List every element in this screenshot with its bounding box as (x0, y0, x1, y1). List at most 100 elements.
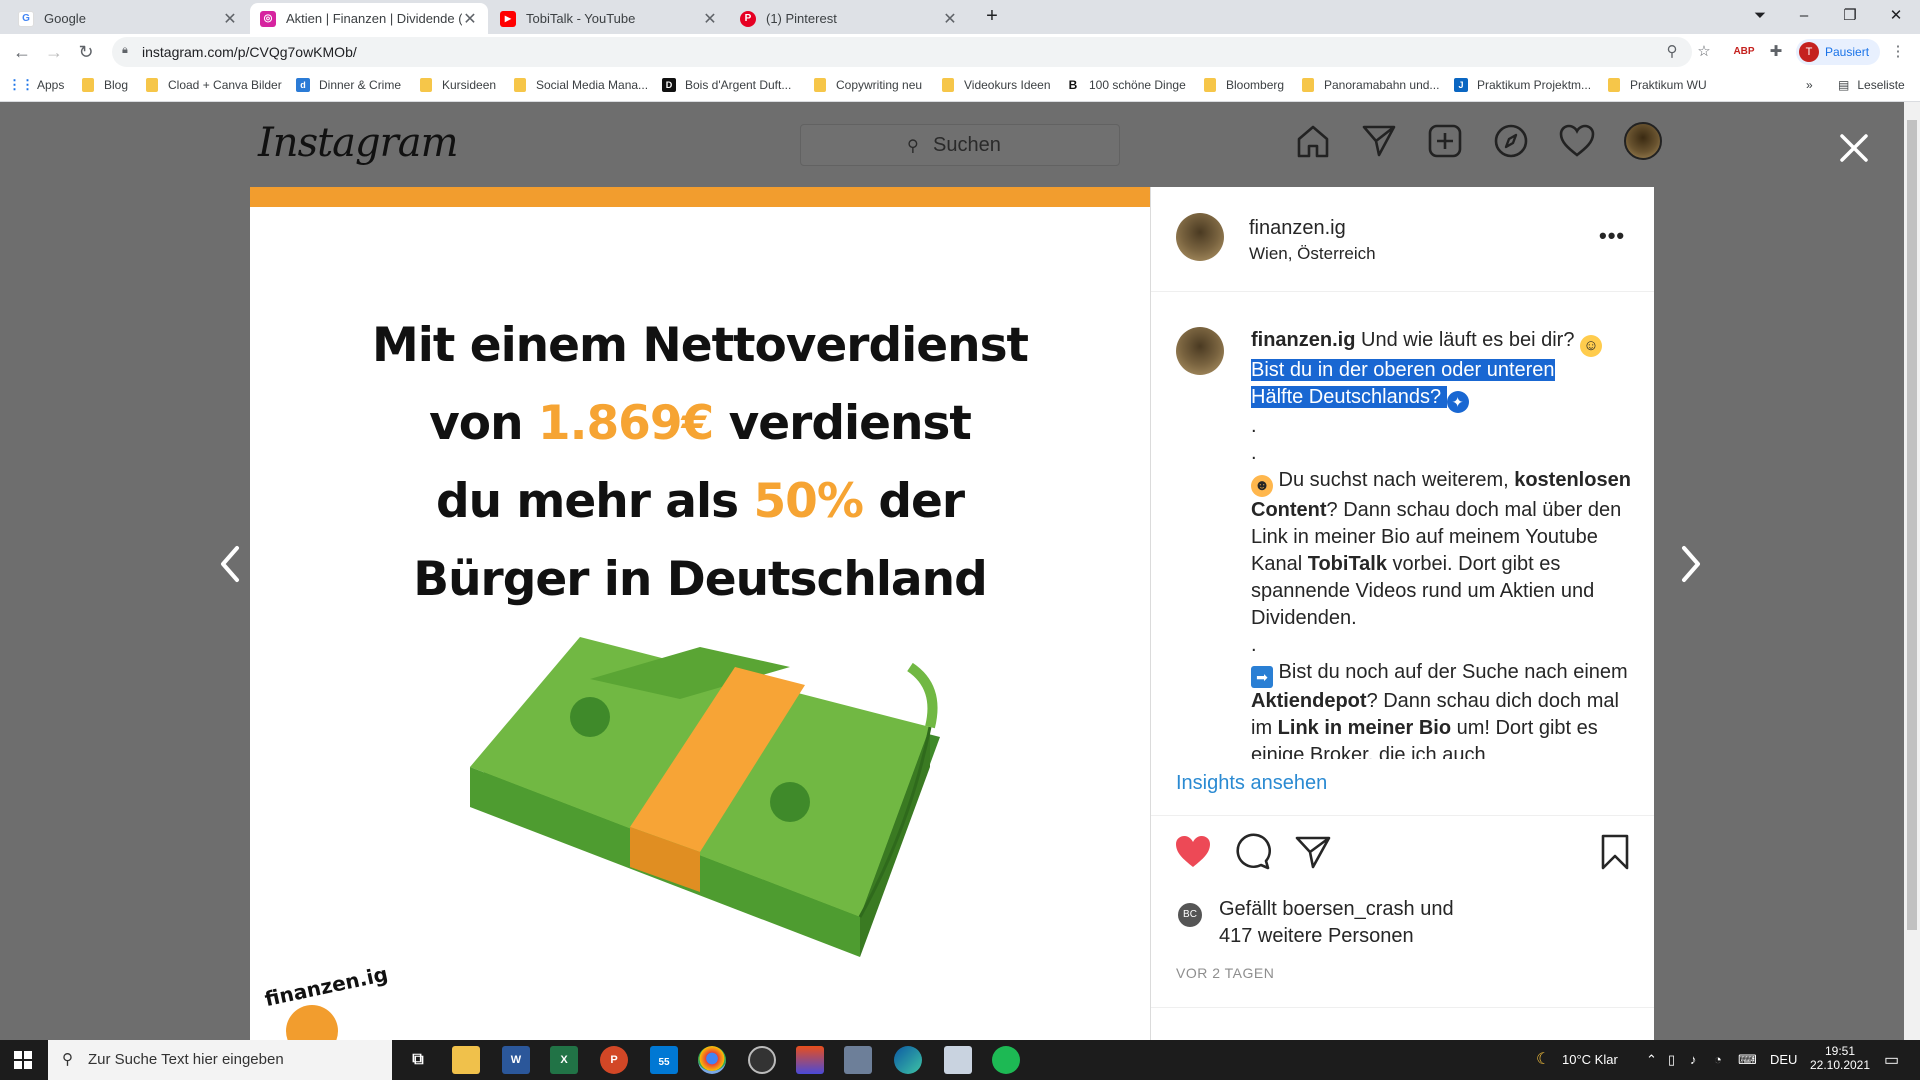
close-tab-icon[interactable]: ✕ (222, 9, 238, 29)
excel-icon[interactable]: X (550, 1046, 578, 1074)
language-indicator[interactable]: DEU (1770, 1052, 1797, 1067)
tab-instagram[interactable]: ◎ Aktien | Finanzen | Dividende (@ ✕ (250, 3, 488, 34)
edge-icon[interactable] (894, 1046, 922, 1074)
spotify-icon[interactable] (992, 1046, 1020, 1074)
minimize-button[interactable]: – (1784, 4, 1824, 28)
zoom-icon[interactable]: ⚲ (1660, 40, 1684, 64)
file-explorer-icon[interactable] (452, 1046, 480, 1074)
bookmark-videokurs[interactable]: Videokurs Ideen (942, 78, 1051, 92)
tray-overflow-icon[interactable]: ⌃ (1646, 1052, 1657, 1068)
task-view-icon[interactable]: ⧉ (404, 1046, 432, 1074)
close-tab-icon[interactable]: ✕ (462, 9, 478, 29)
bookmark-panoramabahn[interactable]: Panoramabahn und... (1302, 78, 1439, 92)
browser-menu-icon[interactable]: ⋮ (1886, 40, 1910, 64)
bookmark-cload-canva[interactable]: Cload + Canva Bilder (146, 78, 282, 92)
activity-heart-icon[interactable] (1558, 122, 1596, 160)
bookmark-copywriting[interactable]: Copywriting neu (814, 78, 922, 92)
headline-text: du mehr als (435, 474, 754, 529)
word-icon[interactable]: W (502, 1046, 530, 1074)
bookmark-label: Praktikum Projektm... (1477, 78, 1592, 92)
restore-button[interactable]: ❐ (1830, 4, 1870, 28)
more-options-icon[interactable]: ••• (1599, 223, 1625, 249)
clock[interactable]: 19:51 22.10.2021 (1808, 1044, 1872, 1072)
app-icon[interactable] (944, 1046, 972, 1074)
window-close-button[interactable]: ✕ (1876, 4, 1916, 28)
app-icon[interactable] (796, 1046, 824, 1074)
volume-icon[interactable]: ♪ (1690, 1052, 1697, 1067)
page-scrollbar[interactable] (1904, 102, 1920, 1040)
powerpoint-icon[interactable]: P (600, 1046, 628, 1074)
post-location[interactable]: Wien, Österreich (1249, 244, 1376, 264)
forward-icon[interactable]: → (42, 40, 66, 64)
bookmark-blog[interactable]: Blog (82, 78, 128, 92)
instagram-logo[interactable]: Instagram (258, 120, 459, 166)
network-icon[interactable]: ▯ (1668, 1052, 1675, 1068)
author-avatar[interactable] (1176, 213, 1224, 261)
bookmark-praktikum-projekt[interactable]: J Praktikum Projektm... (1454, 78, 1591, 92)
tab-search-icon[interactable]: ⏷ (1740, 4, 1780, 28)
tab-pinterest[interactable]: P (1) Pinterest ✕ (730, 3, 968, 34)
post-timestamp: VOR 2 TAGEN (1176, 965, 1275, 981)
scroll-thumb[interactable] (1907, 120, 1917, 930)
wifi-icon[interactable]: ◔ (1714, 1052, 1722, 1067)
share-icon[interactable] (1293, 832, 1333, 872)
home-icon[interactable] (1294, 122, 1332, 160)
previous-post-icon[interactable] (215, 542, 245, 586)
bookmark-label: Social Media Mana... (536, 78, 649, 92)
save-bookmark-icon[interactable] (1595, 832, 1635, 872)
obs-icon[interactable] (748, 1046, 776, 1074)
post-image[interactable]: Mit einem Nettoverdienst von 1.869€ verd… (250, 187, 1150, 1040)
windows-start-icon[interactable] (14, 1051, 32, 1069)
new-tab-button[interactable]: + (972, 4, 1012, 28)
chrome-icon[interactable] (698, 1046, 726, 1074)
liker-username[interactable]: boersen_crash (1282, 898, 1414, 920)
close-icon[interactable] (1836, 130, 1872, 166)
close-tab-icon[interactable]: ✕ (702, 9, 718, 29)
bookmarks-bar: ⋮⋮ Apps Blog Cload + Canva Bilder d Dinner… (0, 70, 1920, 102)
extensions-icon[interactable]: ✚ (1764, 40, 1788, 64)
browser-toolbar: ← → ↻ 🔒︎ instagram.com/p/CVQg7owKMOb/ ⚲ … (0, 34, 1920, 70)
likes-count[interactable]: 417 weitere Personen (1219, 925, 1414, 947)
address-bar[interactable]: 🔒︎ instagram.com/p/CVQg7owKMOb/ (112, 37, 1692, 67)
mail-icon[interactable]: 55 (650, 1046, 678, 1074)
google-icon: G (18, 10, 34, 27)
new-post-icon[interactable] (1426, 122, 1464, 160)
explore-icon[interactable] (1492, 122, 1530, 160)
reload-icon[interactable]: ↻ (74, 40, 98, 64)
bookmark-bloomberg[interactable]: Bloomberg (1204, 78, 1284, 92)
liker-avatar[interactable]: BC (1176, 901, 1204, 929)
insights-link[interactable]: Insights ansehen (1176, 772, 1327, 795)
caption-username[interactable]: finanzen.ig (1251, 329, 1355, 351)
instagram-page: Instagram ⚲ Suchen Mit einem Nettoverdie… (0, 102, 1904, 1040)
reading-list[interactable]: ▤ Leseliste (1838, 78, 1905, 92)
comment-icon[interactable] (1233, 832, 1273, 872)
search-input[interactable]: ⚲ Suchen (800, 124, 1120, 166)
bookmark-praktikum-wu[interactable]: Praktikum WU (1608, 78, 1707, 92)
bookmark-kursideen[interactable]: Kursideen (420, 78, 496, 92)
notifications-icon[interactable]: ▭ (1884, 1050, 1899, 1070)
tab-youtube[interactable]: ▶ TobiTalk - YouTube ✕ (490, 3, 728, 34)
author-username[interactable]: finanzen.ig (1249, 217, 1346, 240)
back-icon[interactable]: ← (10, 40, 34, 64)
bookmark-bois-dargent[interactable]: D Bois d'Argent Duft... (662, 78, 791, 92)
direct-messages-icon[interactable] (1360, 122, 1398, 160)
bookmark-100-dinge[interactable]: B 100 schöne Dinge (1066, 78, 1186, 92)
bookmark-star-icon[interactable]: ☆ (1692, 40, 1716, 64)
bookmark-apps[interactable]: ⋮⋮ Apps (8, 77, 64, 92)
caption-avatar[interactable] (1176, 327, 1224, 375)
likes-summary[interactable]: Gefällt boersen_crash und 417 weitere Pe… (1219, 896, 1619, 950)
weather-text[interactable]: 10°C Klar (1562, 1052, 1618, 1067)
taskbar-search-input[interactable]: ⚲ Zur Suche Text hier eingeben (48, 1040, 392, 1080)
bookmark-social-media[interactable]: Social Media Mana... (514, 78, 648, 92)
profile-avatar[interactable] (1624, 122, 1662, 160)
bookmark-dinner-crime[interactable]: d Dinner & Crime (296, 78, 401, 92)
close-tab-icon[interactable]: ✕ (942, 9, 958, 29)
adblock-icon[interactable]: ABP (1732, 40, 1756, 64)
bookmarks-overflow-icon[interactable]: » (1806, 78, 1813, 92)
keyboard-icon[interactable]: ⌨ (1738, 1052, 1757, 1068)
like-heart-icon[interactable] (1173, 832, 1213, 872)
next-post-icon[interactable] (1676, 542, 1706, 586)
profile-button[interactable]: T Pausiert (1796, 39, 1880, 65)
app-icon[interactable] (844, 1046, 872, 1074)
tab-google[interactable]: G Google ✕ (8, 3, 248, 34)
